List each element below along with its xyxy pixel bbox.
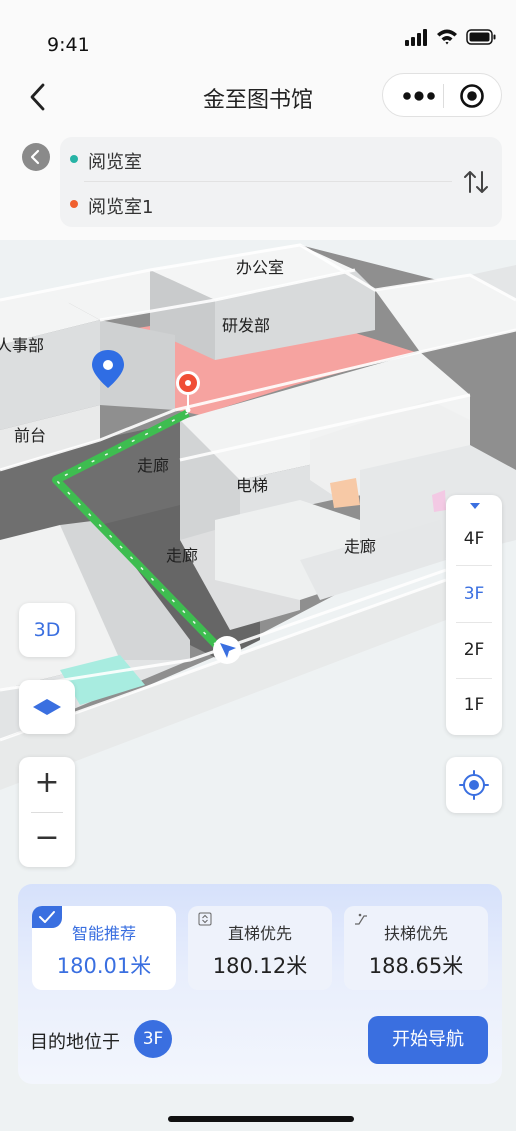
layers-icon [33,699,61,715]
floor-divider [456,565,492,566]
route-option-escalator[interactable]: 扶梯优先 188.65米 [344,906,488,990]
map-label-office: 办公室 [236,258,284,277]
locate-button[interactable] [446,757,502,813]
map-label-reception: 前台 [14,426,46,445]
destination-field[interactable]: 阅览室1 [88,193,153,219]
route-divider [84,181,452,182]
status-time: 9:41 [47,34,90,56]
floor-2f[interactable]: 2F [446,626,502,674]
destination-dot [70,200,78,208]
wifi-icon [437,29,457,45]
route-option-distance: 180.01米 [56,954,152,978]
battery-icon [466,29,496,45]
view-mode-3d-button[interactable]: 3D [19,603,75,657]
map-label-corridor-c: 走廊 [344,537,376,556]
route-option-smart[interactable]: 智能推荐 180.01米 [32,906,176,990]
layer-toggle-button[interactable] [19,680,75,734]
status-icons [404,28,496,46]
origin-field[interactable]: 阅览室 [88,148,142,174]
map-label-corridor-b: 走廊 [166,546,198,565]
route-option-label: 直梯优先 [227,924,292,943]
zoom-in-button[interactable]: + [19,757,75,812]
home-indicator [168,1116,354,1122]
map-label-elevator: 电梯 [236,476,268,495]
swap-icon[interactable] [462,168,490,196]
signal-icon [405,29,427,46]
close-mini-program-icon[interactable] [459,83,485,109]
destination-floor-label: 目的地位于 [30,1032,120,1053]
route-option-distance: 188.65米 [368,954,464,978]
route-option-label: 扶梯优先 [383,924,448,943]
route-option-distance: 180.12米 [212,954,308,978]
route-option-label: 智能推荐 [71,924,136,943]
route-option-elevator[interactable]: 直梯优先 180.12米 [188,906,332,990]
map-label-rnd: 研发部 [222,316,270,335]
zoom-out-button[interactable]: − [19,812,75,867]
floor-3f[interactable]: 3F [446,570,502,618]
more-icon[interactable] [401,84,437,108]
floor-scroll-up-icon[interactable] [470,503,480,509]
floor-4f[interactable]: 4F [446,515,502,563]
floor-1f[interactable]: 1F [446,681,502,729]
current-location-marker [213,636,241,664]
floor-selector: 4F 3F 2F 1F [446,495,502,735]
locate-icon [459,770,489,800]
zoom-control: + − [19,757,75,867]
floor-divider [456,678,492,679]
map-label-hr: 人事部 [0,336,44,355]
capsule-divider [443,84,444,108]
route-options-panel: 智能推荐 180.01米 直梯优先 180.12米 扶梯优先 188.65米 目… [18,884,502,1084]
chevron-left-icon [30,149,40,165]
mini-program-capsule [382,73,502,117]
start-navigation-button[interactable]: 开始导航 [368,1016,488,1064]
collapse-route-button[interactable] [22,143,50,171]
floor-divider [456,622,492,623]
destination-floor-badge: 3F [134,1020,172,1058]
top-bar: 9:41 金至图书馆 阅览室 阅览室1 [0,0,516,240]
map-label-corridor-a: 走廊 [137,456,169,475]
origin-dot [70,155,78,163]
